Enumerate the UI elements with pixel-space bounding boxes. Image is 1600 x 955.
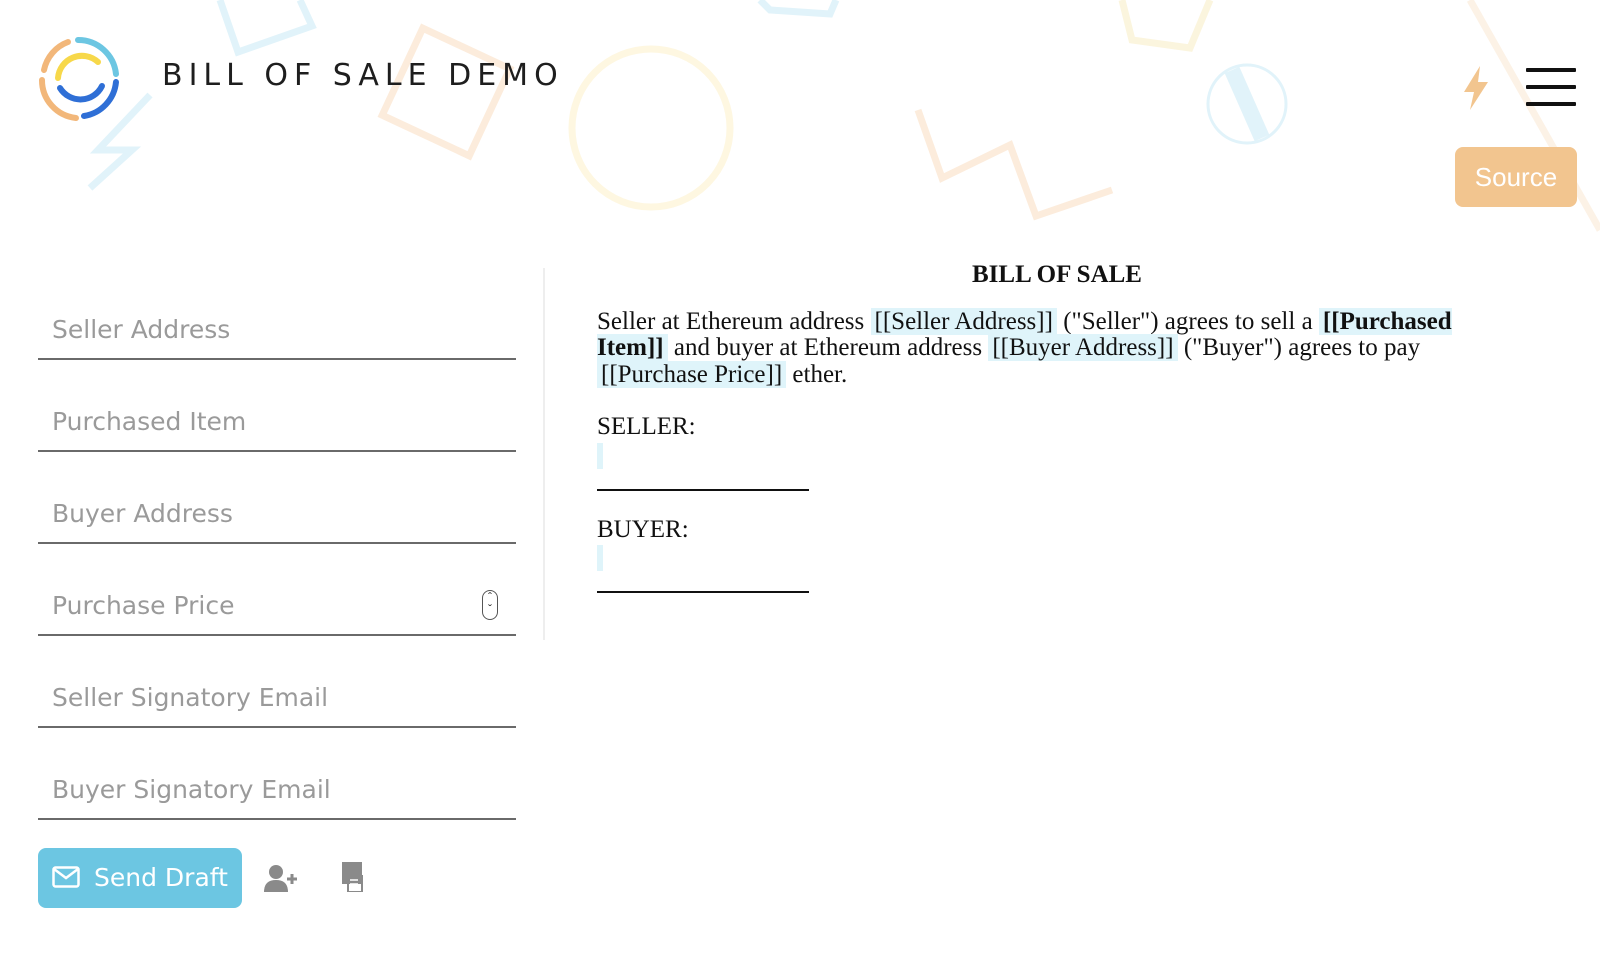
- background-decoration: [87, 0, 1600, 232]
- purchased-item-field: [38, 360, 516, 452]
- menu-line: [1526, 102, 1576, 106]
- lightning-bolt-icon[interactable]: [1462, 66, 1490, 110]
- seller-signature-line: [597, 488, 809, 491]
- bill-of-sale-form: ˆ ˇ: [38, 268, 516, 820]
- seller-signatory-email-field: [38, 636, 516, 728]
- document-preview: BILL OF SALE Seller at Ethereum address …: [597, 261, 1517, 593]
- form-actions: Send Draft: [38, 848, 438, 908]
- envelope-icon: [52, 866, 80, 888]
- body-text: ("Buyer") agrees to pay: [1177, 334, 1421, 361]
- buyer-signatory-email-input[interactable]: [38, 775, 516, 804]
- document-pages-icon[interactable]: [340, 862, 364, 892]
- purchase-price-field: ˆ ˇ: [38, 544, 516, 636]
- seller-address-input[interactable]: [38, 315, 516, 344]
- menu-line: [1526, 85, 1576, 89]
- purchase-price-variable[interactable]: [[Purchase Price]]: [597, 360, 787, 388]
- seller-signature-slot[interactable]: [597, 442, 603, 469]
- buyer-signature-line: [597, 591, 809, 593]
- send-draft-label: Send Draft: [94, 863, 228, 892]
- seller-address-variable[interactable]: [[Seller Address]]: [870, 307, 1057, 335]
- body-text: ether.: [786, 360, 848, 388]
- buyer-signatory-email-field: [38, 728, 516, 820]
- buyer-address-field: [38, 452, 516, 544]
- document-body: Seller at Ethereum address [[Seller Addr…: [597, 307, 1517, 389]
- buyer-signature-label: BUYER:: [597, 515, 689, 543]
- body-text: and buyer at Ethereum address: [667, 334, 989, 361]
- add-user-icon[interactable]: [264, 864, 300, 892]
- buyer-signature-slot[interactable]: [597, 545, 603, 571]
- document-title: BILL OF SALE: [972, 261, 1142, 288]
- chevron-down-icon[interactable]: ˇ: [483, 603, 497, 615]
- seller-address-field: [38, 268, 516, 360]
- body-text: Seller at Ethereum address: [597, 307, 871, 335]
- buyer-address-input[interactable]: [38, 499, 516, 528]
- seller-signature-label: SELLER:: [597, 413, 696, 440]
- menu-line: [1526, 68, 1576, 72]
- panel-divider: [543, 268, 545, 640]
- purchased-item-input[interactable]: [38, 407, 516, 436]
- send-draft-button[interactable]: Send Draft: [38, 848, 242, 908]
- app-logo-icon: [38, 36, 119, 121]
- number-stepper[interactable]: ˆ ˇ: [482, 590, 498, 620]
- body-text: ("Seller") agrees to sell a: [1056, 307, 1319, 335]
- purchase-price-input[interactable]: [38, 591, 516, 620]
- app-title: BILL OF SALE DEMO: [162, 58, 564, 93]
- hamburger-menu-icon[interactable]: [1526, 68, 1578, 108]
- source-button[interactable]: Source: [1455, 147, 1577, 207]
- seller-signatory-email-input[interactable]: [38, 683, 516, 712]
- buyer-address-variable[interactable]: [[Buyer Address]]: [988, 334, 1178, 361]
